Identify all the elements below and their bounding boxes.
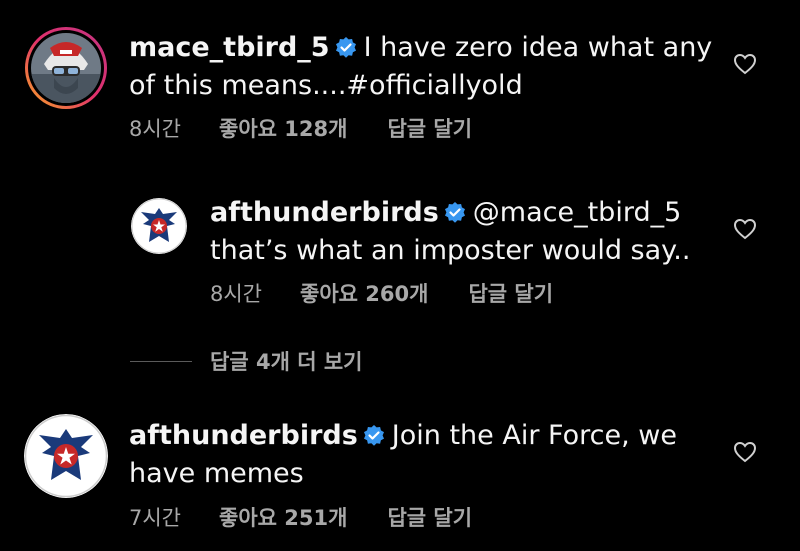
avatar-image [25,27,107,109]
likes-count[interactable]: 좋아요 128개 [219,113,347,143]
verified-badge-icon [334,35,358,69]
comment-meta: 8시간 좋아요 260개 답글 달기 [210,278,553,308]
view-replies-label: 답글 4개 더 보기 [210,350,363,374]
avatar-afthunderbirds[interactable] [24,414,108,498]
comment-username[interactable]: mace_tbird_5 [129,32,330,63]
thunderbirds-logo-icon [24,414,108,498]
comment-meta: 8시간 좋아요 128개 답글 달기 [129,113,472,143]
comment-time: 8시간 [210,282,263,306]
verified-badge-icon [362,423,386,457]
reply-button[interactable]: 답글 달기 [387,502,472,532]
verified-badge-icon [443,200,467,234]
comment-username[interactable]: afthunderbirds [129,420,358,451]
comment-time: 8시간 [129,117,182,141]
likes-count[interactable]: 좋아요 251개 [219,502,347,532]
heart-outline-icon[interactable] [733,218,757,240]
comment-time: 7시간 [129,506,182,530]
comment-body: afthunderbirds @mace_tbird_5 that’s what … [210,196,710,268]
divider-line [130,360,192,362]
view-more-replies[interactable]: 답글 4개 더 보기 [130,346,362,376]
reply-button[interactable]: 답글 달기 [468,278,553,308]
heart-outline-icon[interactable] [733,53,757,75]
heart-outline-icon[interactable] [733,441,757,463]
comment-body: afthunderbirds Join the Air Force, we hav… [129,419,689,491]
thunderbirds-logo-icon [131,198,187,254]
reply-button[interactable]: 답글 달기 [387,113,472,143]
comment-username[interactable]: afthunderbirds [210,197,439,228]
avatar-mace-tbird-5[interactable] [24,26,108,110]
likes-count[interactable]: 좋아요 260개 [300,278,428,308]
comment-body: mace_tbird_5 I have zero idea what any of… [129,31,719,103]
comment-meta: 7시간 좋아요 251개 답글 달기 [129,502,472,532]
avatar-afthunderbirds[interactable] [131,198,187,254]
